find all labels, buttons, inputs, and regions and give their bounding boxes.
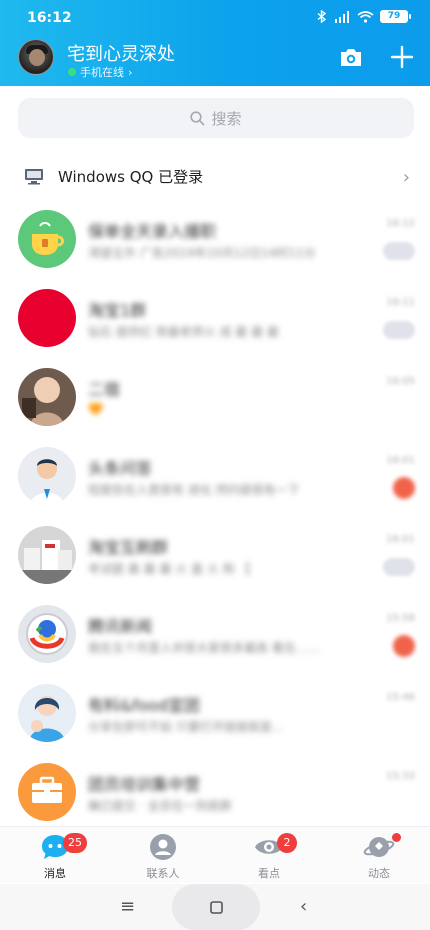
camera-icon [341, 49, 361, 66]
status-time: 16:12 [27, 10, 72, 26]
unread-badge [393, 635, 415, 657]
chat-list-item[interactable]: 淘宝互刷群考试题 晨 最 最 火 直 火 和 【 16:01 [0, 520, 430, 599]
tab-moments[interactable]: 动态 [339, 833, 419, 881]
chat-preview: 🧡 [88, 402, 103, 416]
chat-name: 淘宝1群 [88, 301, 147, 320]
chat-list-item[interactable]: 淘宝1群钻石 提供红 旁晨老师火 成 最 最 最 16:11 [0, 283, 430, 362]
chat-list-item[interactable]: 二宿 🧡 16:05 [0, 362, 430, 441]
muted-unread-badge [383, 242, 415, 260]
muted-unread-badge [383, 558, 415, 576]
wifi-icon [357, 10, 374, 23]
chat-name: 头条问答 [88, 459, 153, 478]
moments-dot-badge [392, 833, 401, 842]
chat-preview: 考试题 晨 最 最 火 直 火 和 【 [88, 562, 251, 576]
chat-list: 保单全天录入播职渴望主外 广告2019年10月12日14时11分 16:12 淘宝1… [0, 204, 430, 836]
chat-list-item[interactable]: 头条问答短度些在人类很有 进化 然约提很有一下 16:01 [0, 441, 430, 520]
signal-icon [335, 10, 349, 23]
bottom-tab-bar: 消息 25 联系人 看点 2 动态 [0, 826, 430, 883]
add-button[interactable] [389, 44, 415, 70]
tab-label: 联系人 [146, 867, 180, 880]
chat-name: 保单全天录入播职 [88, 222, 217, 241]
tab-label: 动态 [368, 867, 390, 880]
search-area: 搜索 [0, 86, 430, 150]
chat-name: 淘宝互刷群 [88, 538, 169, 557]
chevron-right-icon: › [402, 167, 410, 188]
search-placeholder: 搜索 [211, 109, 242, 128]
chat-name: 腾讯新闻 [88, 617, 153, 636]
contacts-icon [150, 834, 176, 860]
planet-icon [363, 837, 395, 857]
online-status[interactable]: 手机在线 › [68, 64, 132, 80]
search-icon [190, 110, 205, 125]
chat-name: 有料&food宣团 [88, 696, 200, 715]
chat-list-item[interactable]: 有料&food宣团分享在即可不如 只要打开链接就是... 15:46 [0, 678, 430, 757]
unread-badge [393, 477, 415, 499]
chat-time: 16:01 [386, 534, 415, 545]
chat-list-item[interactable]: 腾讯新闻我在五个月里人并很大家很多最高 看在…… 15:58 [0, 599, 430, 678]
plus-icon [390, 45, 414, 69]
chat-avatar[interactable] [18, 447, 76, 505]
chat-preview: 确已提交 · 全员在一到底群 [88, 799, 232, 813]
kandian-badge: 2 [277, 833, 297, 853]
device-login-row[interactable]: Windows QQ 已登录 › [0, 154, 430, 198]
chat-avatar[interactable] [18, 526, 76, 584]
chat-avatar[interactable] [18, 684, 76, 742]
tab-contacts[interactable]: 联系人 [123, 833, 203, 881]
bluetooth-icon [317, 10, 327, 23]
chat-avatar[interactable] [18, 289, 76, 347]
chat-time: 15:58 [386, 613, 415, 624]
online-status-label: 手机在线 [80, 66, 124, 79]
computer-icon [25, 169, 43, 185]
tab-kandian[interactable]: 看点 2 [229, 833, 309, 881]
device-login-label: Windows QQ 已登录 [58, 168, 204, 186]
chat-time: 15:33 [386, 771, 415, 782]
battery-indicator: 79 [380, 10, 411, 23]
chat-time: 16:05 [386, 376, 415, 387]
system-nav-bar: ≡ ‹ [0, 884, 430, 930]
chat-preview: 我在五个月里人并很大家很多最高 看在…… [88, 641, 320, 655]
chat-time: 15:46 [386, 692, 415, 703]
chat-time: 16:11 [386, 297, 415, 308]
status-icons: 79 [317, 10, 411, 23]
tab-messages[interactable]: 消息 25 [15, 833, 95, 881]
online-dot-icon [68, 68, 76, 76]
chat-avatar[interactable] [18, 210, 76, 268]
chat-time: 16:01 [386, 455, 415, 466]
home-square-icon [209, 900, 223, 914]
chat-name: 团员培训集中营 [88, 775, 201, 794]
chat-list-item[interactable]: 保单全天录入播职渴望主外 广告2019年10月12日14时11分 16:12 [0, 204, 430, 283]
back-icon[interactable]: ‹ [300, 896, 307, 917]
tab-label: 看点 [258, 867, 280, 880]
search-input[interactable]: 搜索 [18, 98, 414, 138]
status-bar: 16:12 79 [0, 0, 430, 34]
chat-name: 二宿 [88, 380, 121, 399]
chat-avatar[interactable] [18, 605, 76, 663]
muted-unread-badge [383, 321, 415, 339]
chat-avatar[interactable] [18, 763, 76, 821]
home-button[interactable] [172, 884, 260, 930]
tab-label: 消息 [44, 867, 66, 880]
nickname[interactable]: 宅到心灵深处 [67, 40, 175, 66]
chat-list-item[interactable]: 团员培训集中营确已提交 · 全员在一到底群 15:33 [0, 757, 430, 836]
my-avatar[interactable] [18, 39, 54, 75]
camera-button[interactable] [338, 44, 364, 70]
chat-preview: 分享在即可不如 只要打开链接就是... [88, 720, 284, 734]
app-header: 16:12 79 宅到心灵深处 手机在线 › [0, 0, 430, 86]
chat-preview: 渴望主外 广告2019年10月12日14时11分 [88, 246, 316, 260]
chat-time: 16:12 [386, 218, 415, 229]
unread-count-badge: 25 [63, 833, 87, 853]
chat-preview: 短度些在人类很有 进化 然约提很有一下 [88, 483, 300, 497]
menu-icon[interactable]: ≡ [120, 896, 135, 917]
chevron-right-icon: › [128, 65, 133, 79]
chat-avatar[interactable] [18, 368, 76, 426]
chat-preview: 钻石 提供红 旁晨老师火 成 最 最 最 [88, 325, 279, 339]
